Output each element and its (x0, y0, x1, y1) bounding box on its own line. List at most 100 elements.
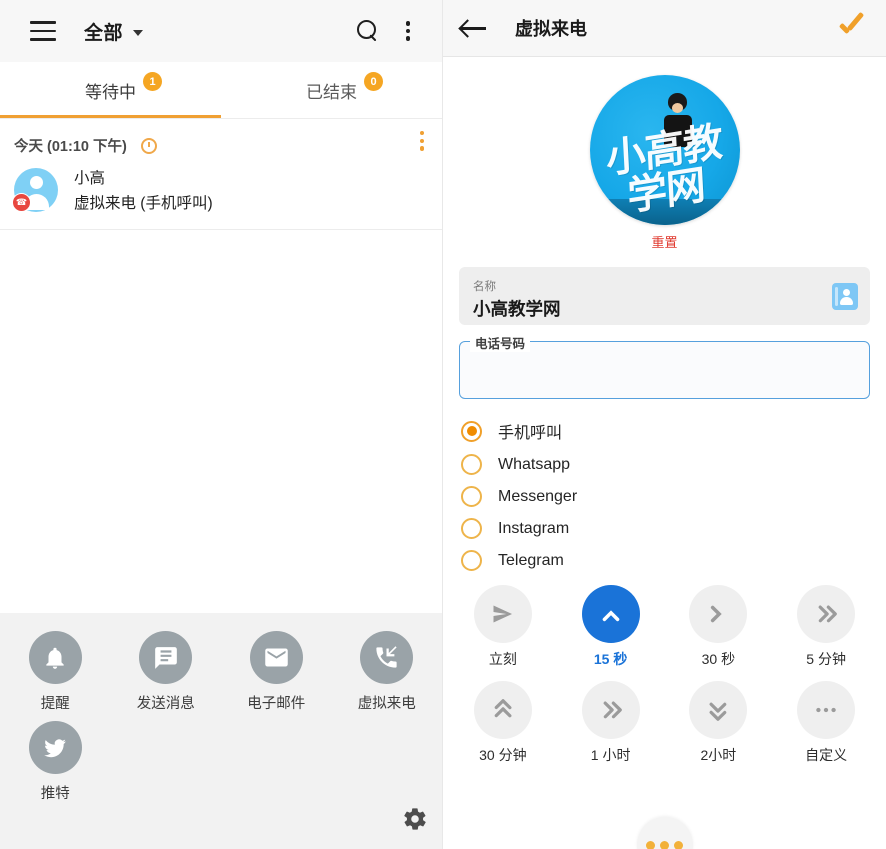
radio-phone-call[interactable]: 手机呼叫 (461, 419, 870, 443)
radio-telegram[interactable]: Telegram (461, 550, 870, 571)
overflow-menu-button[interactable] (388, 11, 428, 51)
filter-title[interactable]: 全部 (84, 18, 123, 45)
tab-pending-badge: 1 (143, 72, 162, 91)
radio-indicator (461, 486, 482, 507)
action-grid: 提醒 发送消息 电子邮件 虚拟来电 推特 (0, 631, 442, 803)
chevron-right-icon (689, 585, 748, 643)
phone-field-label: 电话号码 (470, 333, 531, 352)
timing-custom[interactable]: 自定义 (772, 681, 880, 765)
radio-messenger[interactable]: Messenger (461, 486, 870, 507)
radio-whatsapp[interactable]: Whatsapp (461, 454, 870, 475)
avatar-block: 小高教学网 重置 (443, 57, 886, 251)
timing-1hour-label: 1 小时 (590, 747, 631, 763)
right-panel: 虚拟来电 小高教学网 重置 名称 小高教学网 电话号码 手机呼叫 Whatsap… (443, 0, 886, 849)
timing-30s[interactable]: 30 秒 (665, 585, 773, 669)
list-item-name: 小高 (74, 170, 106, 187)
check-icon[interactable] (838, 15, 868, 41)
action-send-message[interactable]: 发送消息 (111, 631, 222, 713)
chevrons-right-icon (581, 681, 640, 739)
left-appbar: 全部 (0, 0, 442, 62)
clock-icon (140, 137, 157, 154)
timing-immediate[interactable]: 立刻 (449, 585, 557, 669)
timing-immediate-label: 立刻 (488, 651, 517, 667)
list-item-subtitle: 虚拟来电 (手机呼叫) (74, 195, 213, 212)
action-email[interactable]: 电子邮件 (221, 631, 332, 713)
radio-indicator (461, 454, 482, 475)
app-root: 全部 等待中 1 已结束 0 今天 (01:10 下午) ☎ 小高 虚拟来电 (… (0, 0, 886, 849)
radio-indicator (461, 550, 482, 571)
tab-finished-label: 已结束 (306, 82, 357, 102)
avatar-figure-face (671, 103, 683, 113)
tab-pending-label: 等待中 (85, 82, 136, 102)
twitter-icon (28, 721, 82, 774)
action-send-message-label: 发送消息 (136, 696, 195, 712)
action-reminder[interactable]: 提醒 (0, 631, 111, 713)
settings-button[interactable] (402, 806, 428, 837)
list-item[interactable]: ☎ 小高 虚拟来电 (手机呼叫) (0, 156, 442, 230)
timing-grid: 立刻 15 秒 30 秒 5 分钟 30 分钟 1 小时 2小时 自定义 (443, 571, 886, 765)
contact-avatar[interactable]: 小高教学网 (589, 75, 740, 225)
timing-custom-label: 自定义 (805, 747, 848, 763)
phone-icon: ☎ (12, 192, 31, 212)
radio-instagram[interactable]: Instagram (461, 518, 870, 539)
arrow-left-icon[interactable] (461, 18, 487, 38)
right-appbar: 虚拟来电 (443, 0, 886, 57)
timing-2hour[interactable]: 2小时 (665, 681, 773, 765)
action-twitter[interactable]: 推特 (0, 721, 111, 803)
ellipsis-icon (797, 681, 856, 739)
timing-15s[interactable]: 15 秒 (557, 585, 665, 669)
left-panel: 全部 等待中 1 已结束 0 今天 (01:10 下午) ☎ 小高 虚拟来电 (… (0, 0, 443, 849)
chevron-down-icon[interactable] (133, 29, 144, 36)
name-field-value: 小高教学网 (473, 299, 561, 319)
name-field[interactable]: 名称 小高教学网 (459, 267, 870, 325)
chevron-up-icon (581, 585, 640, 643)
action-fake-call[interactable]: 虚拟来电 (332, 631, 443, 713)
radio-telegram-label: Telegram (498, 551, 564, 569)
radio-instagram-label: Instagram (498, 519, 570, 537)
tab-finished-badge: 0 (364, 72, 383, 91)
gear-icon (404, 808, 426, 830)
list-group-header: 今天 (01:10 下午) (0, 119, 442, 156)
phone-field[interactable]: 电话号码 (459, 333, 870, 399)
action-email-label: 电子邮件 (247, 696, 306, 712)
right-body: 小高教学网 重置 名称 小高教学网 电话号码 手机呼叫 Whatsapp Mes… (443, 57, 886, 849)
timing-5min[interactable]: 5 分钟 (772, 585, 880, 669)
avatar: ☎ (12, 167, 58, 212)
action-fake-call-label: 虚拟来电 (357, 696, 416, 712)
action-reminder-label: 提醒 (40, 696, 70, 712)
radio-indicator (461, 420, 482, 442)
tab-active-indicator (0, 115, 221, 118)
call-type-radio-group: 手机呼叫 Whatsapp Messenger Instagram Telegr… (443, 399, 886, 571)
envelope-icon (249, 631, 303, 684)
page-title: 虚拟来电 (515, 19, 587, 39)
phone-incoming-icon (360, 631, 414, 684)
group-date-label: 今天 (01:10 下午) (14, 139, 127, 155)
list-item-text: 小高 虚拟来电 (手机呼叫) (74, 166, 213, 213)
timing-15s-label: 15 秒 (593, 651, 628, 667)
group-more-button[interactable] (419, 131, 424, 151)
tab-pending[interactable]: 等待中 1 (0, 62, 221, 118)
radio-indicator (461, 518, 482, 539)
name-field-label: 名称 (473, 281, 496, 293)
contacts-book-icon[interactable] (832, 283, 858, 310)
tab-bar: 等待中 1 已结束 0 (0, 62, 442, 119)
chevrons-down-icon (689, 681, 748, 739)
radio-phone-call-label: 手机呼叫 (498, 425, 563, 442)
tab-finished[interactable]: 已结束 0 (221, 62, 442, 118)
reset-avatar-link[interactable]: 重置 (651, 232, 677, 251)
more-options-fab[interactable] (636, 817, 693, 849)
message-icon (139, 631, 193, 684)
search-button[interactable] (348, 11, 388, 51)
timing-1hour[interactable]: 1 小时 (557, 681, 665, 765)
chevrons-right-icon (797, 585, 856, 643)
send-icon (473, 585, 532, 643)
timing-30min[interactable]: 30 分钟 (449, 681, 557, 765)
reminder-list: 今天 (01:10 下午) ☎ 小高 虚拟来电 (手机呼叫) (0, 119, 442, 613)
radio-messenger-label: Messenger (498, 487, 578, 505)
timing-5min-label: 5 分钟 (806, 651, 846, 667)
hamburger-icon[interactable] (30, 21, 56, 41)
chevrons-up-icon (473, 681, 532, 739)
action-twitter-label: 推特 (40, 786, 70, 802)
action-panel: 提醒 发送消息 电子邮件 虚拟来电 推特 (0, 613, 442, 849)
timing-30s-label: 30 秒 (701, 651, 736, 667)
